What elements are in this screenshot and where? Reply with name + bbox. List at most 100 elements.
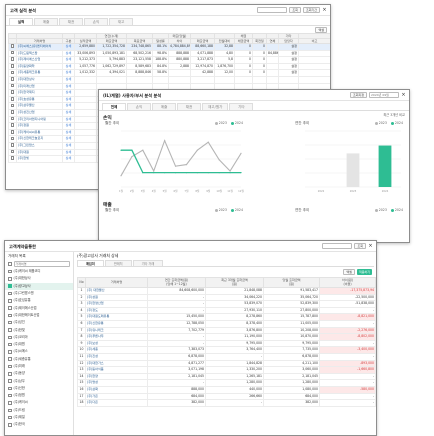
table-row[interactable]: 8 (주)푸른나무 -11,190,000 10,870,000 -8,802,000	[77, 333, 376, 341]
row-checkbox[interactable]	[10, 116, 15, 121]
tab-performance[interactable]: 실적	[9, 18, 33, 25]
tab-sales[interactable]: 매출	[34, 18, 58, 25]
item-checkbox[interactable]	[8, 393, 12, 398]
sidebar-item[interactable]: (주)정원	[5, 392, 73, 399]
sidebar-item[interactable]: (주)제이에스산업	[5, 304, 73, 311]
row-checkbox[interactable]	[10, 103, 15, 108]
column-header[interactable]: 최근 3개월 출하금액 (원)	[205, 277, 264, 288]
item-checkbox[interactable]	[8, 284, 12, 288]
tab-inventory[interactable]: 재고	[109, 18, 133, 25]
setting-link[interactable]	[298, 49, 330, 58]
detail-link[interactable]: 상세	[62, 148, 75, 157]
detail-link[interactable]: 상세	[62, 82, 75, 91]
select-all-checkbox[interactable]	[8, 262, 12, 266]
table-row[interactable]: 2 (주)성원 -34,064,220 35,064,720 -22,500,000	[77, 293, 376, 302]
tab-all[interactable]: 전체	[102, 103, 126, 110]
item-checkbox[interactable]	[8, 320, 12, 325]
sidebar-item[interactable]: (주)제일	[5, 414, 73, 421]
excel-button[interactable]: 엑셀	[343, 269, 355, 275]
tab-profit[interactable]: 손익	[84, 18, 108, 25]
detail-link[interactable]: 상세	[62, 102, 75, 110]
tab-etc[interactable]: 기타	[229, 103, 254, 110]
item-checkbox[interactable]	[8, 364, 12, 369]
search-button[interactable]: 조회	[354, 243, 366, 249]
row-checkbox[interactable]	[10, 123, 15, 127]
table-row[interactable]: 5 (주)대원도매유통 15,450,000 8,278,860 15,787,800-…	[77, 313, 376, 321]
detail-link[interactable]: 상세	[62, 75, 75, 84]
item-checkbox[interactable]	[8, 291, 12, 296]
item-checkbox[interactable]	[8, 415, 12, 420]
detail-link[interactable]: 상세	[62, 43, 75, 51]
excel-button[interactable]: 엑셀	[315, 27, 327, 33]
table-row[interactable]: 13 (주)동아식품 3,071,198 1,330,200 3,060,000 -1,6…	[77, 366, 376, 374]
sidebar-item[interactable]: (주)대한메이트산업	[5, 312, 73, 319]
table-row[interactable]: (주)세종테크유통 상세 1,012,332 4,394,021 8,888,846 58…	[8, 69, 330, 77]
item-checkbox[interactable]	[8, 379, 12, 383]
row-checkbox[interactable]	[10, 149, 15, 154]
table-row[interactable]: (주)제이에스산업 상세 5,212,373 5,794,883 23,121,558 1…	[8, 56, 330, 64]
tab-purchase[interactable]: 매입처	[77, 260, 104, 266]
table-row[interactable]: 18 (주)다온 382,000-382,000-	[77, 399, 376, 407]
detail-link[interactable]: 상세	[62, 108, 75, 117]
column-header[interactable]: 차이(원) (비율)	[319, 277, 376, 288]
sidebar-item[interactable]: (주)성진	[5, 319, 73, 326]
column-header[interactable]: 연간 출하금액(원) (당해 1~12월)	[147, 277, 206, 288]
detail-link[interactable]: 상세	[62, 89, 75, 97]
row-checkbox[interactable]	[10, 156, 15, 160]
sidebar-item[interactable]: (주)씨에스	[5, 348, 73, 355]
detail-link[interactable]: 상세	[62, 69, 75, 77]
row-checkbox[interactable]	[10, 143, 15, 147]
tab-sales-partners[interactable]: 판매처	[104, 260, 132, 266]
table-row[interactable]: 10 (주)세종 7,383,073 3,764,400 7,735,000 -3,400…	[77, 346, 376, 354]
detail-link[interactable]: 상세	[62, 62, 75, 71]
sidebar-item[interactable]: (주)광고상사	[5, 282, 73, 290]
item-checkbox[interactable]	[8, 299, 12, 303]
sidebar-item[interactable]: (주)세종유통	[5, 356, 73, 363]
close-icon[interactable]: ×	[368, 243, 373, 249]
row-checkbox[interactable]	[10, 77, 15, 81]
tab-receivables[interactable]: 채권	[59, 18, 83, 25]
table-row[interactable]: 3 (주)한영산업 -53,839,070 52,839,300 -51,838,000	[77, 300, 376, 308]
table-row[interactable]: 7 (주)유니테크 7,702,779 3,876,800 10,208,000 -2,2…	[77, 326, 376, 335]
table-row[interactable]: 9 (주)보성 -9,795,000 9,795,000-	[77, 339, 376, 348]
sidebar-item[interactable]: (주)한국	[5, 421, 73, 428]
row-checkbox[interactable]	[10, 97, 15, 101]
detail-link[interactable]: 상세	[62, 122, 75, 130]
item-checkbox[interactable]	[8, 372, 12, 376]
row-checkbox[interactable]	[10, 57, 15, 61]
sidebar-item[interactable]: (주)케이씨	[5, 399, 73, 406]
sidebar-item[interactable]: (주)그린팜스엔	[5, 290, 73, 297]
sidebar-item[interactable]: (주)드림	[5, 407, 73, 414]
item-checkbox[interactable]	[8, 269, 12, 274]
detail-link[interactable]: 상세	[62, 141, 75, 150]
tab-sales[interactable]: 매출	[152, 103, 176, 110]
tab-other[interactable]: 기타 거래	[132, 260, 164, 266]
item-checkbox[interactable]	[8, 342, 12, 347]
detail-link[interactable]: 상세	[62, 49, 75, 58]
table-row[interactable]: 6 (주)신한유통 12,788,050 8,378,400 11,005,000-	[77, 319, 376, 328]
table-row[interactable]: 1 (주) 대한물산 84,608,600,000 21,848,088 91,583,…	[77, 287, 376, 295]
table-row[interactable]: 14 (주)한양 2,181,045 1,265,181 2,181,045-	[77, 372, 376, 381]
sidebar-item[interactable]: (주)한빛	[5, 326, 73, 333]
table-row[interactable]: 17 (주)가온 684,000 266,660 684,000-	[77, 392, 376, 401]
item-checkbox[interactable]	[8, 277, 12, 281]
item-checkbox[interactable]	[8, 313, 12, 318]
detail-link[interactable]: 상세	[62, 95, 75, 104]
setting-link[interactable]	[298, 43, 330, 51]
detail-link[interactable]: 상세	[62, 135, 75, 143]
search-input[interactable]	[322, 243, 353, 249]
row-checkbox[interactable]	[10, 70, 15, 75]
row-checkbox[interactable]	[10, 51, 15, 55]
table-row[interactable]: 4 (주)정도 -27,930,110 27,800,000-	[77, 306, 376, 315]
sidebar-item[interactable]: (주)효성유통	[5, 297, 73, 304]
row-checkbox[interactable]	[10, 90, 15, 94]
table-row[interactable]: 11 (주)진성 6,878,000-6,878,000-	[77, 352, 376, 361]
table-row[interactable]: (주)대한상사 상세	[8, 75, 330, 84]
search-input[interactable]	[257, 7, 288, 13]
item-checkbox[interactable]	[8, 350, 12, 354]
row-checkbox[interactable]	[10, 84, 15, 88]
detail-link[interactable]: 상세	[62, 155, 75, 163]
apply-button[interactable]: 적용하기	[356, 269, 372, 275]
search-button[interactable]: 조회	[289, 7, 301, 13]
sidebar-item[interactable]: (주)대원	[5, 341, 73, 348]
